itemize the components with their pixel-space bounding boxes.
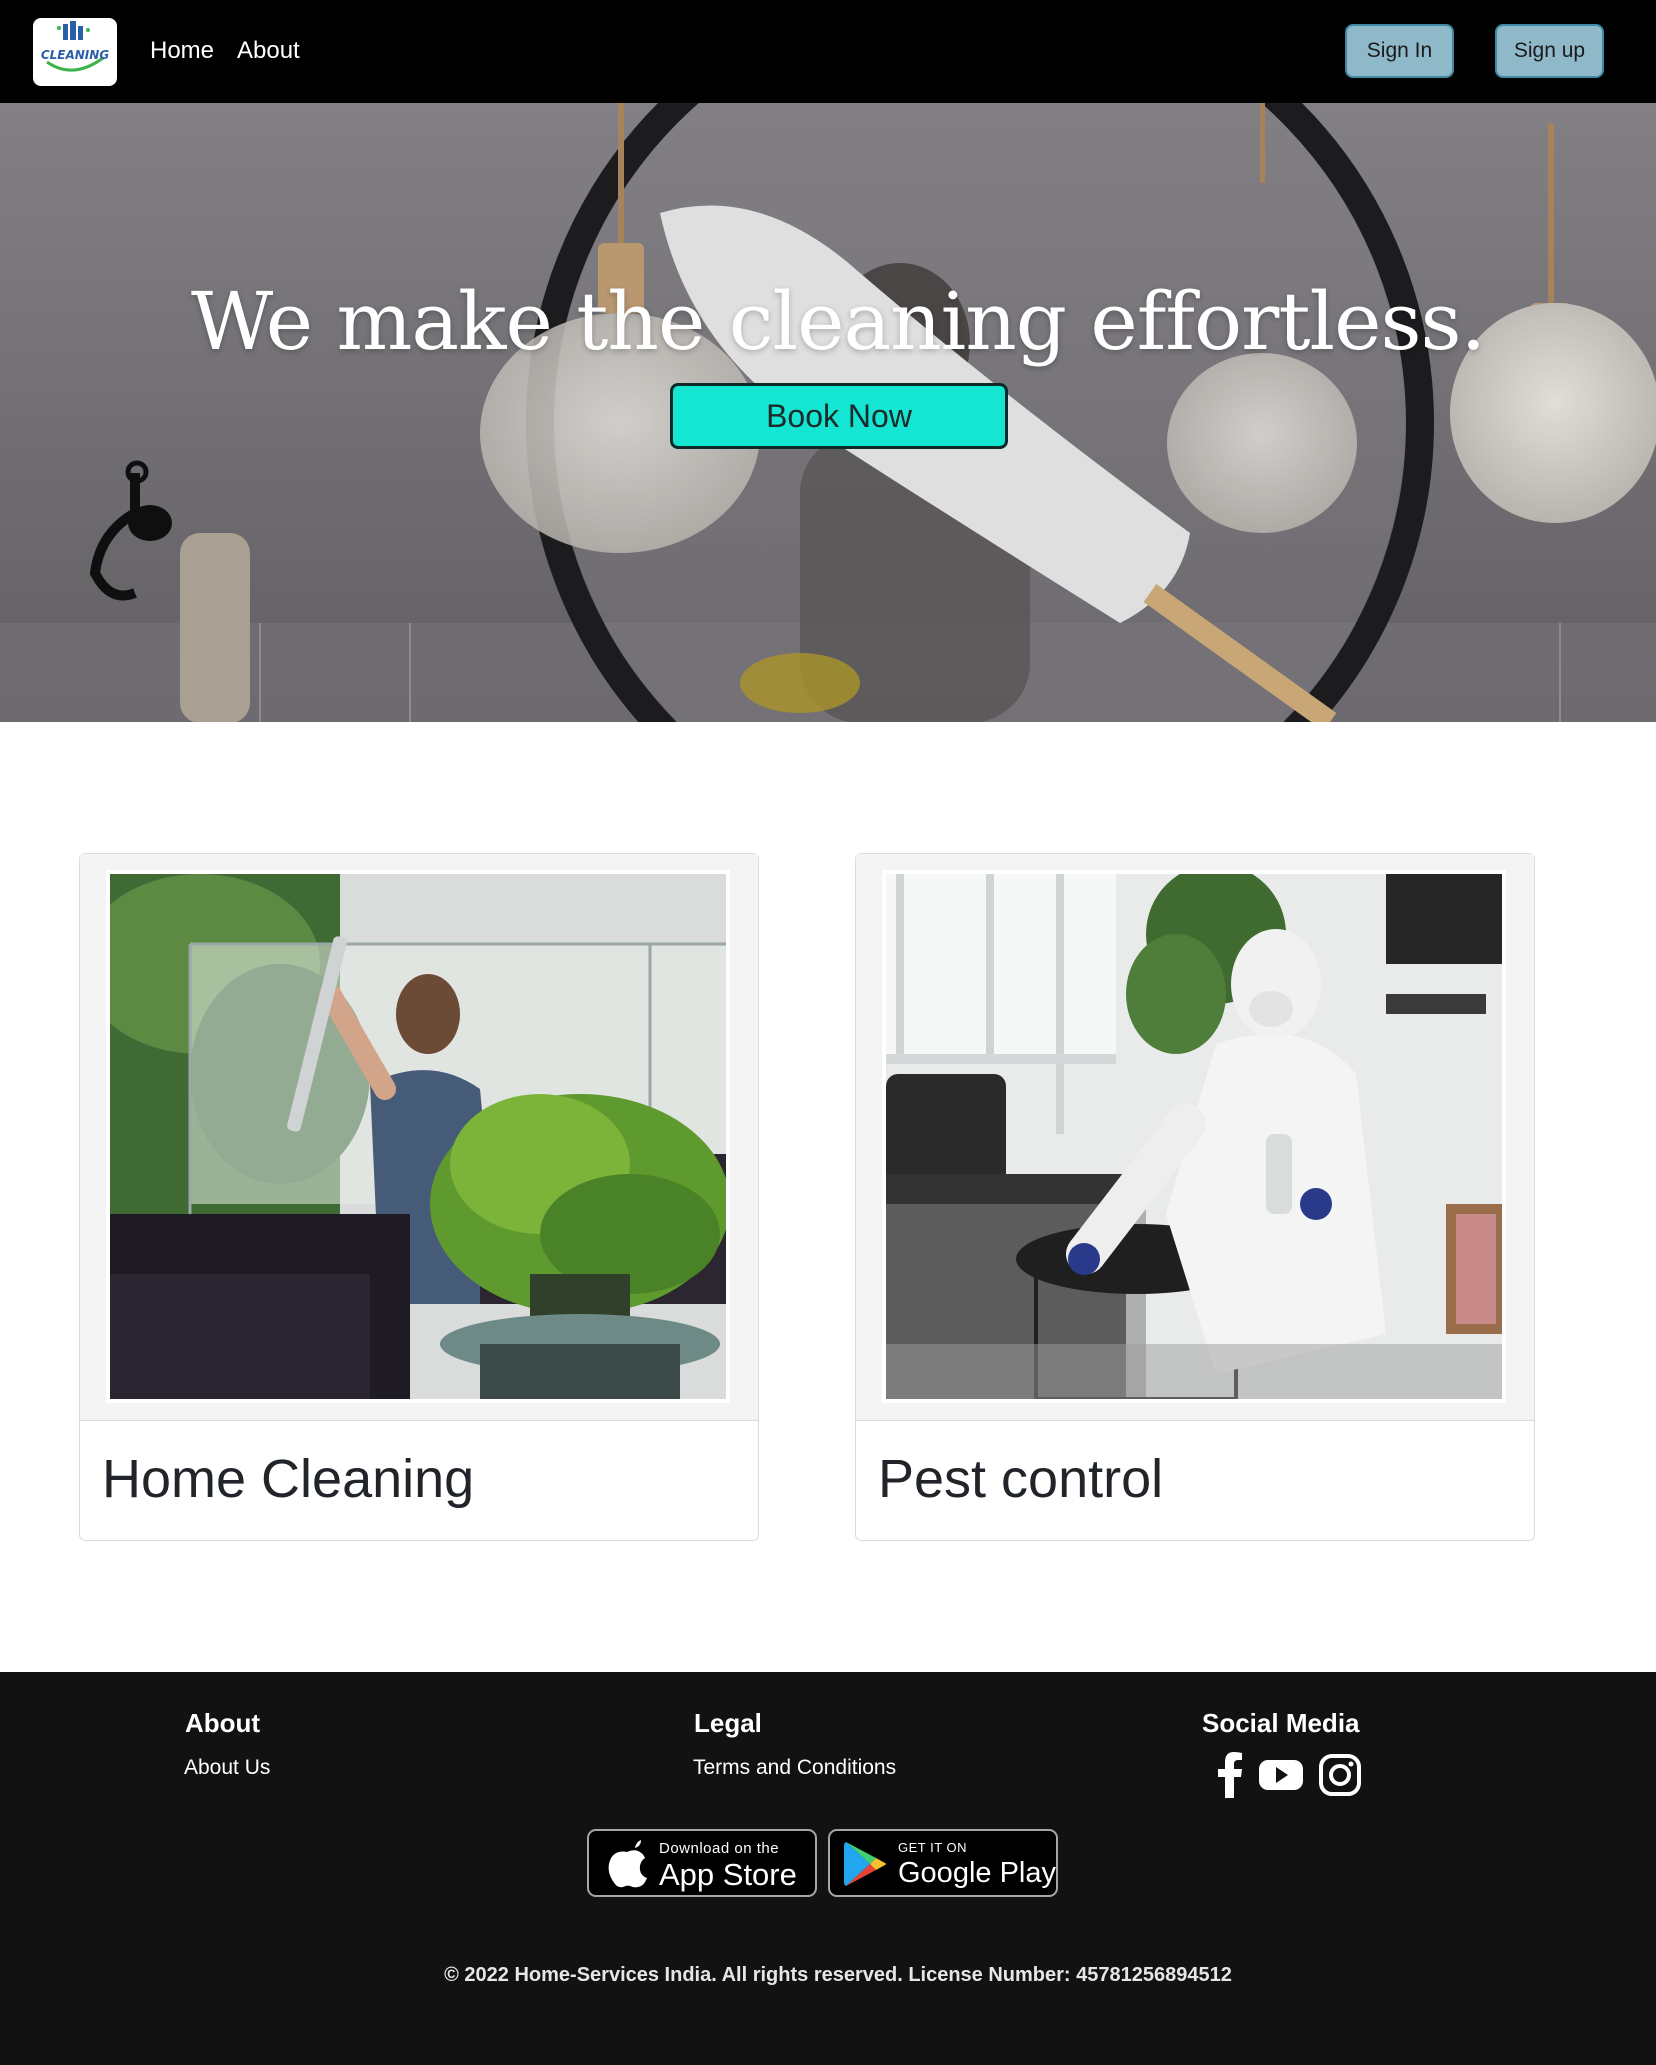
google-play-icon	[844, 1842, 886, 1886]
footer-terms-link[interactable]: Terms and Conditions	[693, 1756, 896, 1780]
app-store-badge[interactable]: Download on the App Store	[587, 1829, 817, 1897]
instagram-icon[interactable]	[1318, 1752, 1362, 1798]
sign-up-button[interactable]: Sign up	[1495, 24, 1604, 78]
card-title: Pest control	[878, 1449, 1164, 1509]
footer-about-heading: About	[185, 1708, 261, 1738]
facebook-icon[interactable]	[1216, 1752, 1244, 1798]
logo-text: CLEANING	[41, 48, 109, 62]
card-title: Home Cleaning	[102, 1449, 475, 1509]
hero-banner: We make the cleaning effortless. Book No…	[0, 103, 1656, 722]
book-now-button[interactable]: Book Now	[670, 383, 1008, 449]
card-image-frame	[856, 854, 1534, 1421]
apple-icon	[608, 1840, 647, 1888]
sign-in-button[interactable]: Sign In	[1345, 24, 1454, 78]
copyright-text: © 2022 Home-Services India. All rights r…	[444, 1964, 1232, 1986]
google-play-small-text: GET IT ON	[898, 1840, 968, 1855]
nav-about-link[interactable]: About	[237, 37, 300, 65]
service-card-pest-control[interactable]: Pest control	[855, 853, 1535, 1541]
google-play-big-text: Google Play	[898, 1857, 1056, 1889]
app-store-big-text: App Store	[659, 1857, 797, 1892]
service-card-home-cleaning[interactable]: Home Cleaning	[79, 853, 759, 1541]
nav-home-link[interactable]: Home	[150, 37, 214, 65]
hero-title: We make the cleaning effortless.	[190, 275, 1486, 368]
pest-control-image	[882, 870, 1506, 1403]
home-cleaning-image	[106, 870, 730, 1403]
footer-social-heading: Social Media	[1202, 1708, 1360, 1738]
footer-about-us-link[interactable]: About Us	[184, 1756, 270, 1780]
youtube-icon[interactable]	[1258, 1752, 1304, 1798]
google-play-badge[interactable]: GET IT ON Google Play	[828, 1829, 1058, 1897]
footer: About About Us Legal Terms and Condition…	[0, 1672, 1656, 2065]
navbar: CLEANING Home About Sign In Sign up	[0, 0, 1656, 103]
footer-legal-heading: Legal	[694, 1708, 762, 1738]
logo[interactable]: CLEANING	[33, 18, 117, 86]
card-image-frame	[80, 854, 758, 1421]
app-store-small-text: Download on the	[659, 1840, 780, 1857]
